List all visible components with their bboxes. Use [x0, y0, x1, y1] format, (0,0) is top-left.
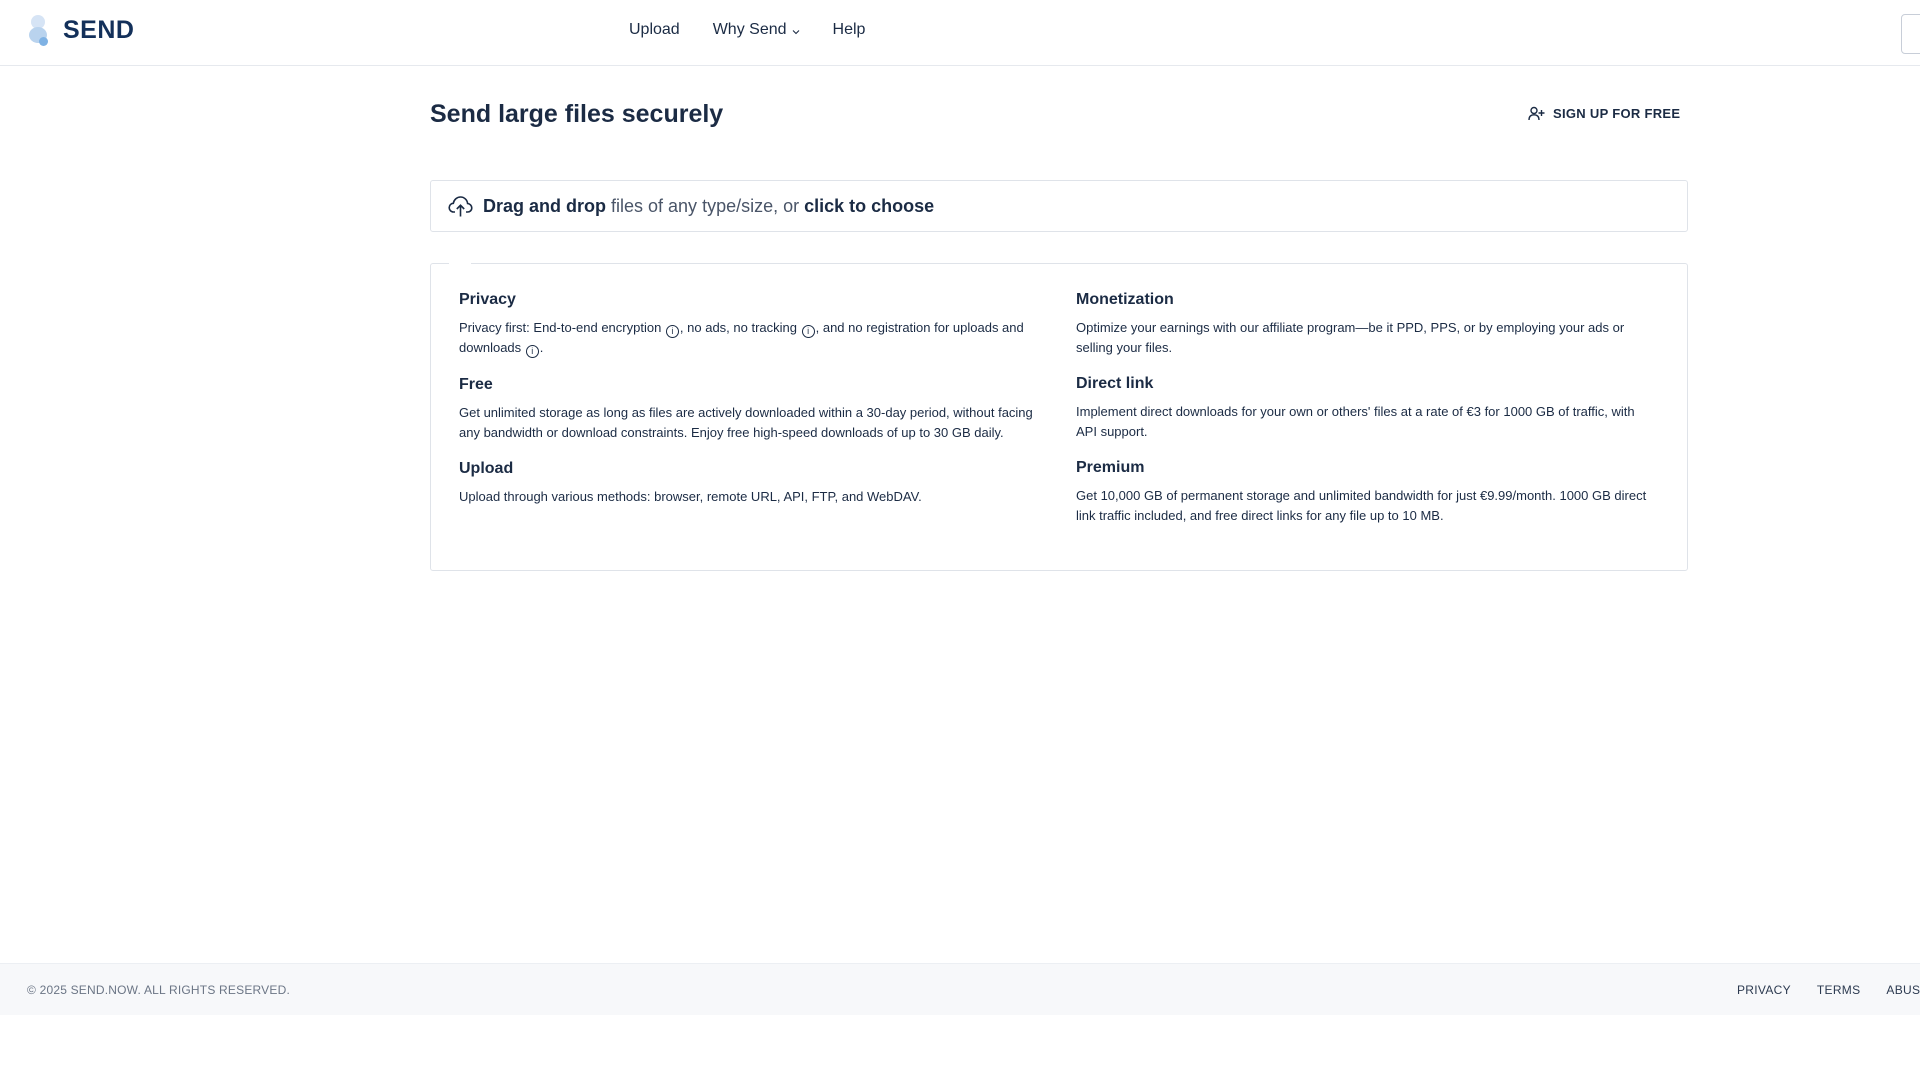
file-dropzone[interactable]: Drag and drop files of any type/size, or… [430, 180, 1688, 232]
feature-text: Get unlimited storage as long as files a… [459, 405, 1033, 440]
site-logo[interactable]: SEND [27, 13, 134, 47]
footer-link-abuse[interactable]: ABUSE [1886, 983, 1920, 997]
dropzone-text: Drag and drop files of any type/size, or… [483, 195, 935, 216]
footer-link-privacy[interactable]: PRIVACY [1737, 983, 1791, 997]
feature-title: Direct link [1076, 375, 1154, 392]
feature-title: Upload [459, 460, 514, 477]
features-right-column: Monetization Optimize your earnings with… [1076, 290, 1656, 542]
feature-monetization: Monetization Optimize your earnings with… [1076, 290, 1656, 357]
footer-links: PRIVACY TERMS ABUSE [1737, 983, 1920, 997]
logo-icon [27, 13, 53, 47]
feature-premium: Premium Get 10,000 GB of permanent stora… [1076, 458, 1656, 525]
nav-upload[interactable]: Upload [629, 21, 680, 39]
signup-button[interactable]: SIGN UP FOR FREE [1528, 106, 1680, 121]
footer-link-terms[interactable]: TERMS [1817, 983, 1861, 997]
feature-text: Implement direct downloads for your own … [1076, 404, 1635, 439]
feature-privacy: Privacy Privacy first: End-to-end encryp… [459, 290, 1039, 358]
feature-upload: Upload Upload through various methods: b… [459, 459, 1039, 507]
features-left-column: Privacy Privacy first: End-to-end encryp… [459, 290, 1039, 524]
cloud-upload-icon [448, 195, 473, 216]
header-account-button[interactable] [1901, 14, 1920, 54]
features-panel: Privacy Privacy first: End-to-end encryp… [430, 262, 1688, 571]
top-header: SEND Upload Why Send Help [0, 0, 1920, 66]
feature-text: Optimize your earnings with our affiliat… [1076, 320, 1625, 355]
main-nav: Upload Why Send Help [629, 21, 865, 39]
logo-text: SEND [63, 15, 135, 44]
signup-label: SIGN UP FOR FREE [1553, 106, 1681, 121]
feature-text: Get 10,000 GB of permanent storage and u… [1076, 488, 1647, 523]
nav-help[interactable]: Help [833, 21, 866, 39]
info-icon[interactable]: i [665, 325, 679, 338]
nav-why-send-label: Why Send [712, 21, 787, 38]
info-icon[interactable]: i [801, 325, 815, 338]
feature-title: Free [459, 376, 493, 393]
page-title: Send large files securely [430, 100, 724, 128]
feature-direct-link: Direct link Implement direct downloads f… [1076, 374, 1656, 441]
feature-title: Premium [1076, 459, 1145, 476]
feature-title: Privacy [459, 291, 516, 308]
feature-text: Upload through various methods: browser,… [459, 489, 922, 504]
copyright-text: © 2025 SEND.NOW. ALL RIGHTS RESERVED. [27, 983, 290, 997]
site-footer: © 2025 SEND.NOW. ALL RIGHTS RESERVED. PR… [0, 963, 1920, 1015]
info-icon[interactable]: i [525, 345, 539, 358]
feature-title: Monetization [1076, 291, 1174, 308]
chevron-down-icon [792, 29, 799, 34]
feature-text: Privacy first: End-to-end encryption i, … [459, 320, 1024, 358]
add-user-icon [1528, 106, 1545, 121]
feature-free: Free Get unlimited storage as long as fi… [459, 375, 1039, 442]
nav-why-send[interactable]: Why Send [713, 21, 800, 39]
